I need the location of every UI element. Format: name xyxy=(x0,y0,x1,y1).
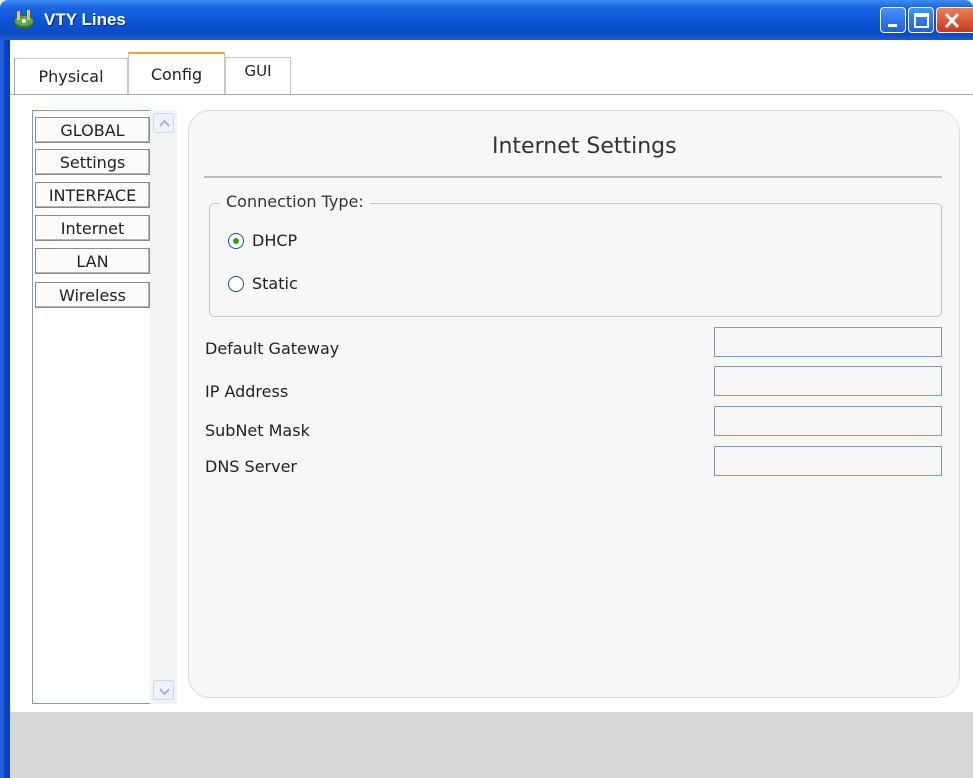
scroll-down-button[interactable] xyxy=(153,680,174,700)
chevron-down-icon xyxy=(159,688,170,696)
static-label: Static xyxy=(252,274,298,293)
sidebar-item-label: LAN xyxy=(76,251,109,271)
sidebar-item-label: INTERFACE xyxy=(48,185,137,205)
chevron-up-icon xyxy=(159,119,170,127)
close-icon xyxy=(944,12,960,29)
sidebar-item-label: Settings xyxy=(59,152,126,172)
sidebar-item-wireless[interactable]: Wireless xyxy=(35,282,150,308)
dhcp-label: DHCP xyxy=(252,231,298,250)
sidebar-item-lan[interactable]: LAN xyxy=(35,248,150,274)
sidebar-item-global[interactable]: GLOBAL xyxy=(35,117,150,143)
window-left-border xyxy=(0,28,10,778)
static-radio[interactable] xyxy=(228,275,244,292)
tab-gui-label: GUI xyxy=(244,62,272,80)
sidebar-item-label: Wireless xyxy=(59,285,126,305)
tab-config-label: Config xyxy=(150,64,203,84)
tab-physical-label: Physical xyxy=(38,67,104,86)
dns-server-input[interactable] xyxy=(714,446,942,476)
ip-address-input[interactable] xyxy=(714,366,942,396)
dns-server-label: DNS Server xyxy=(205,457,297,476)
sidebar-item-settings[interactable]: Settings xyxy=(35,149,150,175)
title-divider xyxy=(204,176,942,178)
sidebar-item-internet[interactable]: Internet xyxy=(35,215,150,241)
sidebar-item-interface[interactable]: INTERFACE xyxy=(35,182,150,208)
connection-type-group xyxy=(209,203,942,317)
page-title: Internet Settings xyxy=(492,134,677,159)
sidebar-item-label: Internet xyxy=(60,218,125,238)
sidebar-scrollbar[interactable] xyxy=(150,110,177,704)
minimize-icon xyxy=(888,24,897,27)
default-gateway-label: Default Gateway xyxy=(205,339,340,358)
dhcp-radio-option[interactable]: DHCP xyxy=(228,231,297,250)
subnet-mask-label: SubNet Mask xyxy=(205,421,310,440)
minimize-button[interactable] xyxy=(880,7,906,33)
scroll-up-button[interactable] xyxy=(153,113,174,133)
tab-physical[interactable]: Physical xyxy=(14,58,128,94)
maximize-icon xyxy=(914,13,929,28)
app-window: VTY Lines Physical Config GUI GLOBAL Set… xyxy=(0,0,973,778)
router-icon xyxy=(14,10,34,29)
tab-gui[interactable]: GUI xyxy=(225,57,291,94)
title-bar[interactable]: VTY Lines xyxy=(0,0,973,40)
static-radio-option[interactable]: Static xyxy=(228,274,298,293)
tab-config[interactable]: Config xyxy=(128,52,225,94)
dhcp-radio[interactable] xyxy=(228,232,244,249)
sidebar-item-label: GLOBAL xyxy=(60,120,125,140)
close-button[interactable] xyxy=(936,7,973,33)
status-area xyxy=(10,712,973,778)
default-gateway-input[interactable] xyxy=(714,327,942,357)
ip-address-label: IP Address xyxy=(205,382,289,401)
connection-type-legend: Connection Type: xyxy=(220,192,370,211)
window-title: VTY Lines xyxy=(44,10,126,29)
subnet-mask-input[interactable] xyxy=(714,406,942,436)
maximize-button[interactable] xyxy=(908,7,934,33)
